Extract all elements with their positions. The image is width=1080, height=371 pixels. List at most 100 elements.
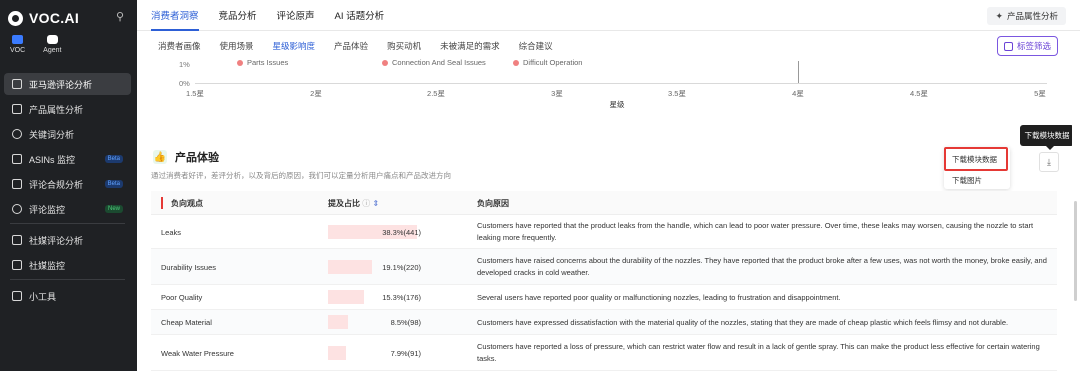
sidebar-item-keyword-analysis[interactable]: 关键词分析 (4, 123, 131, 145)
download-image-option[interactable]: 下载图片 (952, 175, 982, 186)
sidebar-item-social-review[interactable]: 社媒评论分析 (4, 229, 131, 251)
new-badge: New (104, 205, 123, 213)
mention-bar: 38.3%(441) (328, 225, 421, 239)
sidebar-item-review-compliance[interactable]: 评论合规分析 Beta (4, 173, 131, 195)
tab-consumer-insight[interactable]: 消费者洞察 (151, 0, 199, 31)
switch-agent-label: Agent (43, 47, 62, 54)
logo[interactable]: VOC.AI ⚲ (8, 9, 130, 27)
legend-item: Parts Issues (237, 58, 288, 67)
x-axis-label: 星级 (609, 100, 625, 109)
sidebar-item-label: 社媒评论分析 (29, 235, 84, 246)
table-header: 负向观点 提及占比 ⓘ ⇕ 负向原因 (151, 191, 1057, 215)
sidebar-item-label: 亚马逊评论分析 (29, 79, 93, 90)
subtab-product-experience[interactable]: 产品体验 (334, 40, 368, 52)
download-button[interactable]: ⤓ (1039, 152, 1059, 172)
agent-icon (46, 35, 58, 44)
scrollbar-thumb[interactable] (1074, 201, 1077, 301)
highlight-box (944, 147, 1008, 171)
column-header-negative: 负向观点 (171, 199, 203, 208)
legend-label: Parts Issues (247, 58, 289, 67)
info-icon[interactable]: ⓘ (362, 199, 370, 208)
sort-icon[interactable]: ⇕ (372, 199, 379, 208)
column-header-mention[interactable]: 提及占比 ⓘ ⇕ (328, 198, 379, 209)
x-tick: 2.5星 (427, 89, 445, 98)
x-tick: 3.5星 (668, 89, 686, 98)
mention-label: 提及占比 (328, 199, 360, 208)
x-tick: 2星 (310, 89, 322, 98)
switch-agent[interactable]: Agent (43, 35, 61, 54)
sidebar-item-label: 产品属性分析 (29, 104, 84, 115)
tab-review-voice[interactable]: 评论原声 (277, 0, 315, 31)
sidebar-item-review-monitor[interactable]: 评论监控 New (4, 198, 131, 220)
header-accent (161, 197, 163, 209)
subtab-scenario[interactable]: 使用场景 (220, 40, 254, 52)
sidebar-item-amazon-review-analysis[interactable]: 亚马逊评论分析 (4, 73, 131, 95)
thumbs-up-icon: 👍 (153, 150, 167, 164)
x-tick: 4星 (792, 89, 804, 98)
sidebar-item-label: 小工具 (29, 291, 57, 302)
x-tick: 1.5星 (186, 89, 204, 98)
subtab-star-impact[interactable]: 星级影响度 (273, 40, 316, 52)
sidebar-item-asins-monitor[interactable]: ASINs 监控 Beta (4, 148, 131, 170)
table-row: Leaks 38.3%(441) Customers have reported… (151, 215, 1057, 249)
bar-value: 15.3%(176) (382, 293, 421, 302)
sidebar: VOC.AI ⚲ VOC Agent 亚马逊评论分析 产品属性分析 关键词分析 … (0, 0, 137, 371)
legend-dot (237, 59, 243, 66)
tag-filter-button[interactable]: 标签筛选 (996, 36, 1058, 56)
row-name: Weak Water Pressure (161, 349, 234, 358)
subtab-suggestions[interactable]: 综合建议 (519, 40, 553, 52)
scrollbar[interactable] (1072, 61, 1080, 371)
sidebar-item-label: 关键词分析 (29, 129, 75, 140)
sidebar-item-social-monitor[interactable]: 社媒监控 (4, 254, 131, 276)
voc-icon (12, 35, 24, 44)
product-attribute-button[interactable]: ✦ 产品属性分析 (987, 7, 1066, 25)
row-reason: Several users have reported poor quality… (477, 293, 841, 302)
pin-icon[interactable]: ⚲ (116, 10, 124, 23)
bar-fill (328, 346, 347, 360)
x-axis (195, 83, 1047, 84)
y-tick: 1% (179, 60, 190, 69)
y-tick: 0% (179, 79, 190, 88)
mention-bar: 8.5%(98) (328, 315, 421, 329)
compliance-icon (12, 179, 22, 189)
x-tick: 5星 (1034, 89, 1046, 98)
bar-value: 19.1%(220) (382, 263, 421, 272)
sidebar-item-label: 社媒监控 (29, 260, 66, 271)
section-title: 产品体验 (175, 152, 219, 164)
tab-competitor-analysis[interactable]: 竞品分析 (219, 0, 257, 31)
sidebar-item-product-attribute[interactable]: 产品属性分析 (4, 98, 131, 120)
table-row: Weak Water Pressure 7.9%(91) Customers h… (151, 335, 1057, 371)
grid-icon (12, 291, 22, 301)
top-header: 消费者洞察 竞品分析 评论原声 AI 话题分析 ✦ 产品属性分析 (137, 0, 1080, 31)
bar-fill (328, 315, 348, 329)
row-reason: Customers have raised concerns about the… (477, 256, 1047, 277)
subtab-unmet-needs[interactable]: 未被满足的需求 (440, 40, 500, 52)
subtab-purchase-motive[interactable]: 购买动机 (387, 40, 421, 52)
sidebar-item-tools[interactable]: 小工具 (4, 285, 131, 307)
bar-fill (328, 260, 373, 274)
app-name: VOC.AI (29, 10, 80, 26)
legend-item: Difficult Operation (513, 58, 582, 67)
legend-dot (382, 59, 388, 66)
row-name: Durability Issues (161, 263, 217, 272)
document-icon (12, 104, 22, 114)
chart-icon (12, 79, 22, 89)
row-name: Leaks (161, 228, 182, 237)
social-icon (12, 235, 22, 245)
tab-ai-topic[interactable]: AI 话题分析 (335, 0, 385, 31)
divider (10, 223, 125, 224)
sidebar-nav: 亚马逊评论分析 产品属性分析 关键词分析 ASINs 监控 Beta 评论合规分… (4, 73, 131, 310)
hover-line (798, 61, 799, 83)
switch-voc[interactable]: VOC (10, 35, 25, 54)
beta-badge: Beta (104, 180, 123, 188)
legend-dot (513, 59, 519, 66)
bar-value: 7.9%(91) (390, 349, 421, 358)
mention-bar: 15.3%(176) (328, 290, 421, 304)
x-tick: 3星 (551, 89, 563, 98)
row-name: Cheap Material (161, 318, 212, 327)
table-row: Poor Quality 15.3%(176) Several users ha… (151, 285, 1057, 310)
subtab-persona[interactable]: 消费者画像 (158, 40, 201, 52)
bar-value: 38.3%(441) (382, 228, 421, 237)
mention-bar: 19.1%(220) (328, 260, 421, 274)
table-row: Cheap Material 8.5%(98) Customers have e… (151, 310, 1057, 335)
